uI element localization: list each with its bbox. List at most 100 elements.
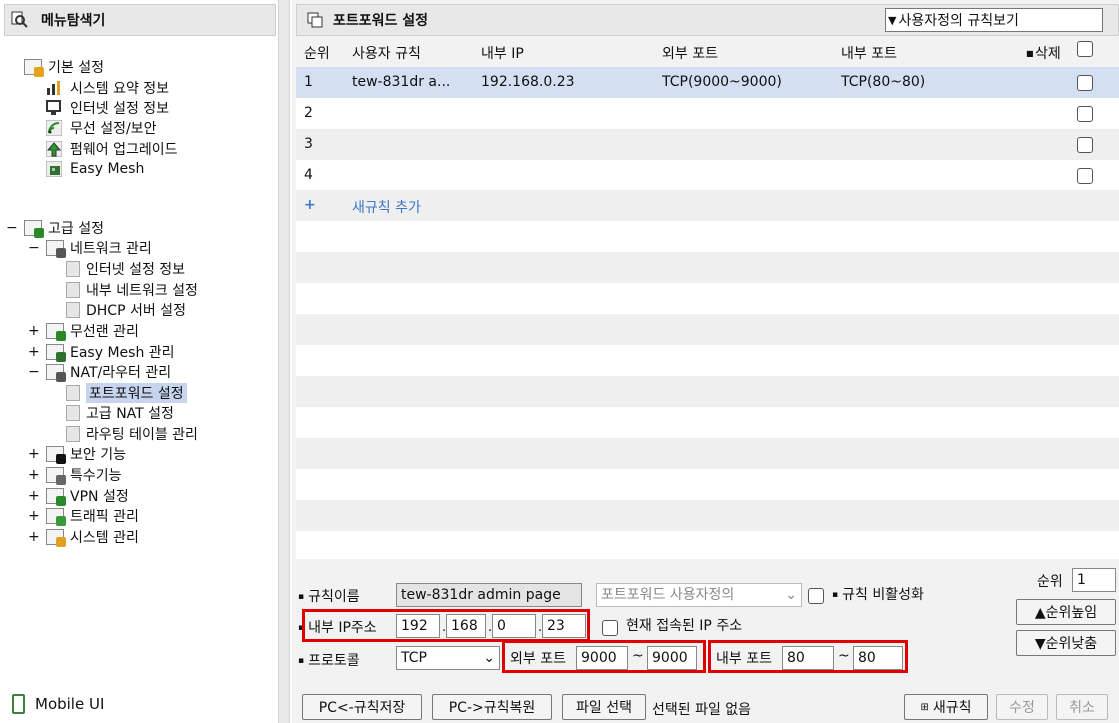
select-all-checkbox[interactable] <box>1077 41 1093 57</box>
rank-down-button[interactable]: ▼순위낮춤 <box>1016 630 1116 656</box>
protocol-label: 프로토콜 <box>298 650 360 670</box>
disable-rule-checkbox[interactable] <box>808 588 824 604</box>
preset-select[interactable]: 포트포워드 사용자정의 ⌄ <box>596 583 802 607</box>
window-icon <box>307 12 323 28</box>
tree-nat-router-management[interactable]: − NAT/라우터 관리 <box>28 362 171 382</box>
tree-item-wireless-security[interactable]: 무선 설정/보안 <box>45 118 156 138</box>
tree-vpn[interactable]: + VPN 설정 <box>28 486 129 506</box>
expand-toggle[interactable]: + <box>28 467 40 483</box>
row-delete-checkbox[interactable] <box>1077 168 1093 184</box>
tree-label: 펌웨어 업그레이드 <box>70 142 178 158</box>
collapse-toggle[interactable]: − <box>6 220 18 236</box>
tree-item-lan-settings[interactable]: 내부 네트워크 설정 <box>66 280 198 300</box>
empty-row <box>296 376 1119 407</box>
vpn-icon <box>46 488 66 506</box>
expand-toggle[interactable]: + <box>28 508 40 524</box>
pc-restore-rules-button[interactable]: PC->규칙복원 <box>432 694 552 720</box>
cell-seq: 1 <box>304 74 313 90</box>
table-row[interactable]: 3 <box>296 129 1119 160</box>
pc-save-rules-button[interactable]: PC<-규칙저장 <box>302 694 422 720</box>
menu-explorer-title: 메뉴탐색기 <box>41 13 106 29</box>
protocol-select[interactable]: TCP ⌄ <box>396 646 500 670</box>
tree-easy-mesh-management[interactable]: + Easy Mesh 관리 <box>28 342 175 362</box>
collapse-toggle[interactable]: − <box>28 364 40 380</box>
cell-internal-ip: 192.168.0.23 <box>481 74 575 90</box>
row-delete-checkbox[interactable] <box>1077 75 1093 91</box>
tree-item-routing-table[interactable]: 라우팅 테이블 관리 <box>66 424 198 444</box>
row-delete-checkbox[interactable] <box>1077 106 1093 122</box>
tree-label: 내부 네트워크 설정 <box>86 283 198 299</box>
tree-label: 트래픽 관리 <box>70 509 139 525</box>
tree-special-functions[interactable]: + 특수기능 <box>28 465 122 485</box>
tree-item-firmware-upgrade[interactable]: 펌웨어 업그레이드 <box>45 139 178 159</box>
cell-rule: tew-831dr a... <box>352 74 451 90</box>
cancel-button[interactable]: 취소 <box>1056 694 1108 720</box>
row-delete-checkbox[interactable] <box>1077 137 1093 153</box>
wifi-icon <box>46 323 66 341</box>
tree-label: VPN 설정 <box>70 489 129 505</box>
rule-name-input[interactable]: tew-831dr admin page <box>396 583 582 607</box>
mobile-ui-link[interactable]: Mobile UI <box>12 694 104 714</box>
empty-row <box>296 531 1119 559</box>
tree-item-dhcp-server[interactable]: DHCP 서버 설정 <box>66 300 186 320</box>
collapse-toggle[interactable]: − <box>28 240 40 256</box>
modify-button[interactable]: 수정 <box>996 694 1048 720</box>
expand-toggle[interactable]: + <box>28 446 40 462</box>
empty-row <box>296 500 1119 531</box>
preset-select-value: 포트포워드 사용자정의 <box>601 587 735 603</box>
tree-label: 시스템 관리 <box>70 530 139 546</box>
tree-network-management[interactable]: − 네트워크 관리 <box>28 238 152 258</box>
current-ip-checkbox[interactable] <box>602 620 618 636</box>
rule-view-select-value: 사용자정의 규칙보기 <box>898 13 1019 29</box>
expand-toggle[interactable]: + <box>28 344 40 360</box>
tree-item-advanced-nat[interactable]: 고급 NAT 설정 <box>66 403 174 423</box>
monitor-icon <box>46 100 64 116</box>
tree-basic-settings[interactable]: 기본 설정 <box>24 57 104 77</box>
rank-input[interactable]: 1 <box>1072 568 1116 592</box>
file-select-button[interactable]: 파일 선택 <box>562 694 646 720</box>
table-row[interactable]: 4 <box>296 160 1119 191</box>
cell-seq: 3 <box>304 136 313 152</box>
highlight-internal-ip <box>302 609 590 642</box>
wifi-icon <box>45 119 64 137</box>
tree-label: 고급 설정 <box>48 221 104 237</box>
mesh-icon <box>45 160 64 178</box>
network-icon <box>46 240 66 258</box>
table-row[interactable]: 1 tew-831dr a... 192.168.0.23 TCP(9000~9… <box>296 67 1119 98</box>
tree-traffic[interactable]: + 트래픽 관리 <box>28 506 139 526</box>
add-new-rule-row[interactable]: + 새규칙 추가 <box>296 190 1119 221</box>
tree-item-easy-mesh[interactable]: Easy Mesh <box>45 159 144 179</box>
current-ip-label: 현재 접속된 IP 주소 <box>626 618 743 634</box>
empty-row <box>296 407 1119 438</box>
table-row[interactable]: 2 <box>296 98 1119 129</box>
folder-settings-icon <box>24 220 44 238</box>
tree-item-internet-info[interactable]: 인터넷 설정 정보 <box>46 98 169 118</box>
upgrade-arrow-icon <box>45 140 64 158</box>
pane-splitter[interactable] <box>278 0 290 723</box>
tree-label: NAT/라우터 관리 <box>70 365 172 381</box>
rank-up-button[interactable]: ▲순위높임 <box>1016 599 1116 625</box>
expand-toggle[interactable]: + <box>28 323 40 339</box>
rule-name-label: 규칙이름 <box>298 586 360 606</box>
tree-label: 특수기능 <box>70 468 122 484</box>
tree-system-management[interactable]: + 시스템 관리 <box>28 527 139 547</box>
tree-item-system-summary[interactable]: 시스템 요약 정보 <box>46 78 169 98</box>
tree-label: 기본 설정 <box>48 60 104 76</box>
add-new-rule-link[interactable]: 새규칙 추가 <box>352 197 421 217</box>
tree-item-internet-info-adv[interactable]: 인터넷 설정 정보 <box>66 259 185 279</box>
port-forward-pane: 포트포워드 설정 ▼ 사용자정의 규칙보기 순위 사용자 규칙 내부 IP 외부… <box>292 0 1119 723</box>
tree-advanced-settings[interactable]: − 고급 설정 <box>6 218 104 238</box>
tree-wireless-management[interactable]: + 무선랜 관리 <box>28 321 139 341</box>
rule-view-select[interactable]: ▼ 사용자정의 규칙보기 <box>885 8 1103 32</box>
tree-item-port-forward[interactable]: 포트포워드 설정 <box>66 383 187 403</box>
expand-toggle[interactable]: + <box>28 488 40 504</box>
tree-security[interactable]: + 보안 기능 <box>28 444 126 464</box>
empty-row <box>296 252 1119 283</box>
bar-chart-icon <box>46 80 64 96</box>
protocol-select-value: TCP <box>401 650 427 666</box>
empty-row <box>296 345 1119 376</box>
mesh-icon <box>46 344 66 362</box>
col-rule: 사용자 규칙 <box>352 46 421 62</box>
expand-toggle[interactable]: + <box>28 529 40 545</box>
new-rule-button[interactable]: ⊞ 새규칙 <box>904 694 988 720</box>
